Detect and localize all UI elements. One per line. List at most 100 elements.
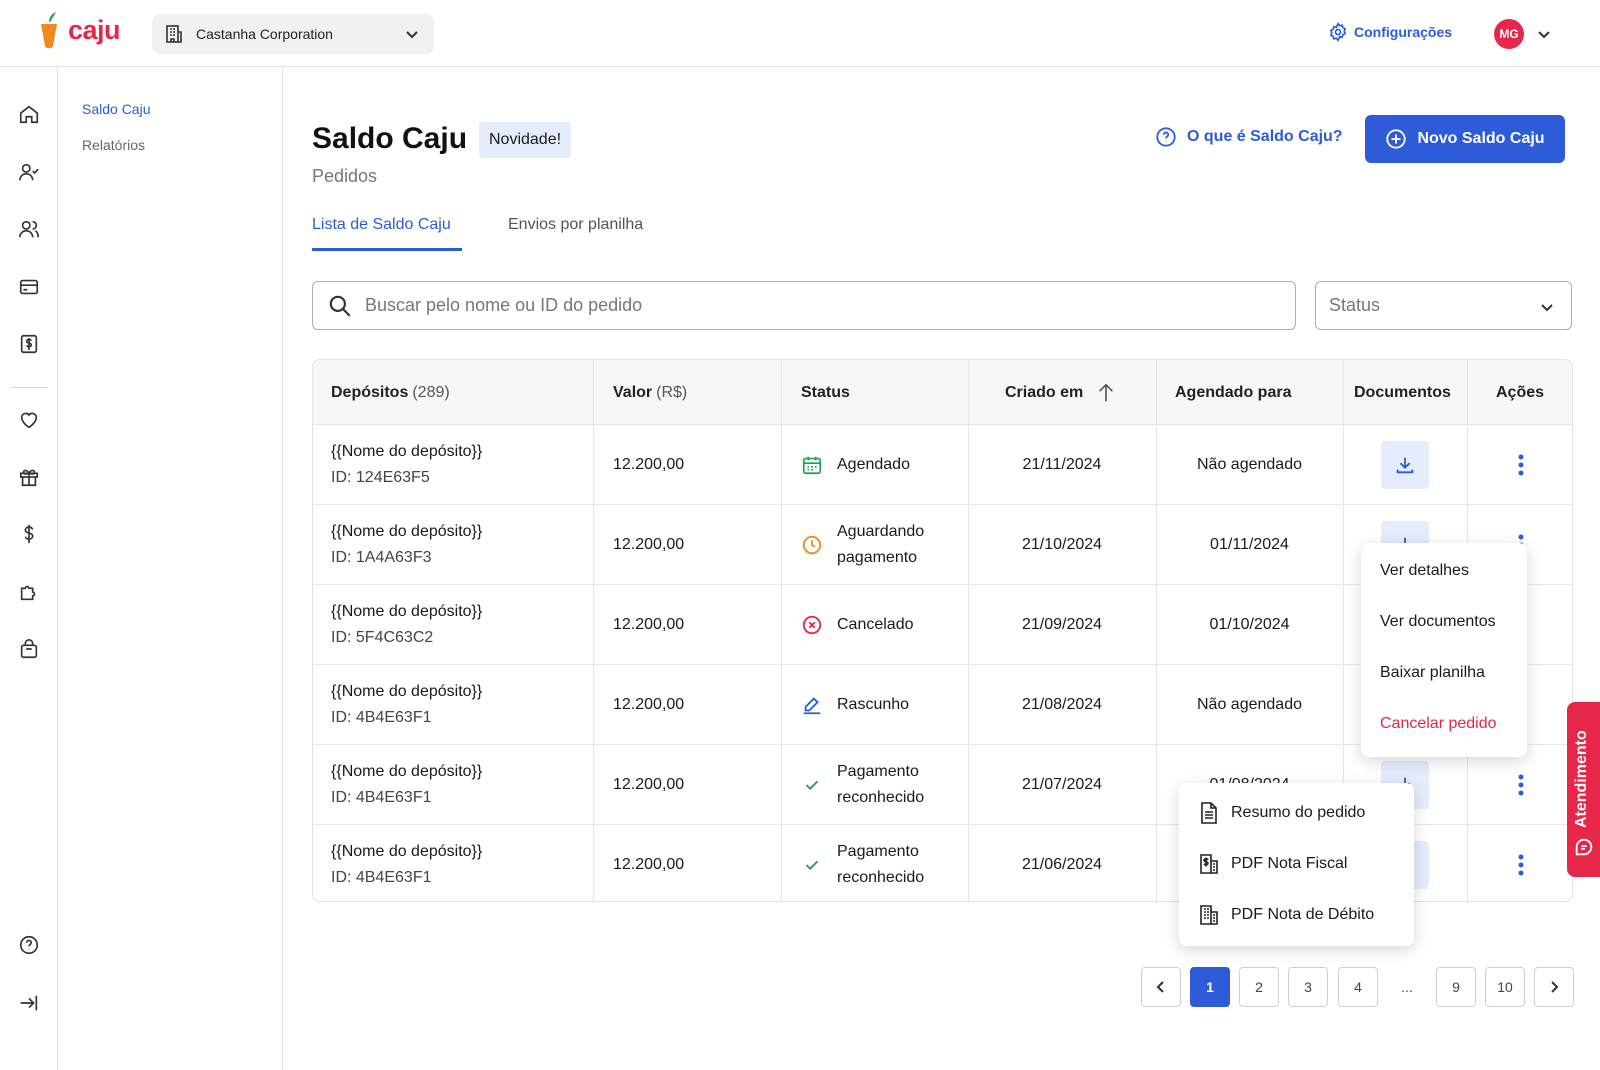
menu-item-debit-note-pdf[interactable]: PDF Nota de Débito bbox=[1199, 902, 1374, 928]
menu-item-order-summary[interactable]: Resumo do pedido bbox=[1199, 800, 1365, 826]
new-badge: Novidade! bbox=[479, 122, 572, 158]
invoice-pdf-label: PDF Nota Fiscal bbox=[1231, 855, 1348, 872]
tab-saldo-list[interactable]: Lista de Saldo Caju bbox=[312, 216, 451, 234]
dollar-icon[interactable] bbox=[18, 523, 40, 545]
home-icon[interactable] bbox=[18, 103, 40, 125]
status-line-2: reconhecido bbox=[837, 869, 925, 886]
logout-icon[interactable] bbox=[18, 992, 40, 1014]
status-text: Pagamento reconhecido bbox=[837, 839, 924, 891]
row-actions-button[interactable] bbox=[1509, 450, 1533, 480]
card-icon[interactable] bbox=[18, 276, 40, 298]
column-header-created[interactable]: Criado em bbox=[1005, 360, 1117, 425]
chat-bubble-icon bbox=[1573, 836, 1595, 858]
chevron-down-icon[interactable] bbox=[1536, 26, 1552, 42]
created-cell: 21/07/2024 bbox=[1021, 776, 1103, 793]
status-cell: Pagamento reconhecido bbox=[801, 745, 966, 825]
status-line-1: Cancelado bbox=[837, 616, 914, 633]
table-row[interactable]: {{Nome do depósito}} ID: 124E63F5 12.200,0… bbox=[313, 425, 1572, 505]
building-icon bbox=[164, 24, 184, 44]
tab-spreadsheet-uploads[interactable]: Envios por planilha bbox=[508, 216, 643, 234]
status-cell: Agendado bbox=[801, 425, 966, 505]
pagination-page-3[interactable]: 3 bbox=[1288, 967, 1328, 1007]
deposit-id: ID: 4B4E63F1 bbox=[331, 709, 432, 726]
download-documents-button[interactable] bbox=[1381, 441, 1429, 489]
user-check-icon[interactable] bbox=[18, 161, 40, 183]
deposit-cell: {{Nome do depósito}} ID: 124E63F5 bbox=[331, 425, 591, 505]
check-icon bbox=[801, 774, 823, 796]
pagination-page-10[interactable]: 10 bbox=[1485, 967, 1525, 1007]
status-text: Rascunho bbox=[837, 692, 909, 718]
value-cell: 12.200,00 bbox=[613, 616, 685, 633]
order-summary-label: Resumo do pedido bbox=[1231, 804, 1366, 821]
column-header-scheduled[interactable]: Agendado para bbox=[1175, 360, 1291, 425]
row-actions-button[interactable] bbox=[1509, 770, 1533, 800]
deposits-count: (289) bbox=[412, 383, 450, 401]
status-text: Agendado bbox=[837, 452, 910, 478]
pagination-page-4[interactable]: 4 bbox=[1338, 967, 1378, 1007]
company-selector[interactable]: Castanha Corporation bbox=[152, 14, 434, 54]
status-filter-select[interactable]: Status bbox=[1315, 281, 1572, 330]
shopping-bag-icon[interactable] bbox=[18, 638, 40, 660]
deposit-name: {{Nome do depósito}} bbox=[331, 443, 483, 460]
submenu-item-reports[interactable]: Relatórios bbox=[82, 137, 145, 153]
menu-item-invoice-pdf[interactable]: PDF Nota Fiscal bbox=[1199, 851, 1347, 877]
pagination-page-9[interactable]: 9 bbox=[1436, 967, 1476, 1007]
pagination-prev[interactable] bbox=[1141, 967, 1181, 1007]
sub-navigation: Saldo Caju Relatórios bbox=[58, 67, 283, 1070]
calendar-check-icon bbox=[801, 454, 823, 476]
pagination-ellipsis: ... bbox=[1387, 967, 1427, 1007]
status-line-1: Pagamento bbox=[837, 763, 919, 780]
submenu-item-saldo-caju[interactable]: Saldo Caju bbox=[82, 101, 151, 117]
document-icon bbox=[1201, 802, 1217, 824]
pagination-next[interactable] bbox=[1534, 967, 1574, 1007]
new-saldo-button[interactable]: Novo Saldo Caju bbox=[1365, 115, 1565, 163]
created-header-label: Criado em bbox=[1005, 383, 1084, 401]
column-header-value[interactable]: Valor (R$) bbox=[613, 360, 687, 425]
rail-divider bbox=[10, 387, 48, 388]
value-cell: 12.200,00 bbox=[613, 776, 685, 793]
sort-ascending-icon[interactable] bbox=[1095, 382, 1117, 404]
money-icon[interactable] bbox=[18, 333, 40, 355]
value-cell: 12.200,00 bbox=[613, 456, 685, 473]
search-input[interactable] bbox=[365, 295, 1245, 316]
more-vertical-icon bbox=[1518, 853, 1524, 877]
avatar[interactable]: MG bbox=[1494, 19, 1524, 49]
menu-item-cancel-order[interactable]: Cancelar pedido bbox=[1380, 715, 1497, 733]
row-actions-button[interactable] bbox=[1509, 850, 1533, 880]
status-cell: Aguardando pagamento bbox=[801, 505, 966, 585]
created-cell: 21/08/2024 bbox=[1021, 696, 1103, 713]
heart-icon[interactable] bbox=[18, 409, 40, 431]
status-text: Aguardando pagamento bbox=[837, 519, 924, 571]
column-divider bbox=[1156, 360, 1157, 901]
created-cell: 21/10/2024 bbox=[1021, 536, 1103, 553]
status-text: Pagamento reconhecido bbox=[837, 759, 924, 811]
column-header-status[interactable]: Status bbox=[801, 360, 850, 425]
caju-logo[interactable]: caju bbox=[36, 8, 121, 52]
menu-item-view-details[interactable]: Ver detalhes bbox=[1380, 562, 1469, 580]
pagination-page-1[interactable]: 1 bbox=[1190, 967, 1230, 1007]
deposit-name: {{Nome do depósito}} bbox=[331, 603, 483, 620]
column-divider bbox=[781, 360, 782, 901]
users-icon[interactable] bbox=[18, 218, 40, 240]
menu-item-view-documents[interactable]: Ver documentos bbox=[1380, 613, 1496, 631]
help-icon[interactable] bbox=[18, 934, 40, 956]
gift-icon[interactable] bbox=[18, 466, 40, 488]
help-link[interactable]: O que é Saldo Caju? bbox=[1155, 126, 1343, 148]
status-text: Cancelado bbox=[837, 612, 914, 638]
more-vertical-icon bbox=[1518, 453, 1524, 477]
settings-link[interactable]: Configurações bbox=[1328, 22, 1452, 42]
column-header-deposits[interactable]: Depósitos (289) bbox=[331, 360, 450, 425]
deposit-name: {{Nome do depósito}} bbox=[331, 683, 483, 700]
deposit-name: {{Nome do depósito}} bbox=[331, 843, 483, 860]
more-vertical-icon bbox=[1518, 773, 1524, 797]
status-line-1: Aguardando bbox=[837, 523, 925, 540]
pagination-page-2[interactable]: 2 bbox=[1239, 967, 1279, 1007]
deposit-id: ID: 4B4E63F1 bbox=[331, 869, 432, 886]
puzzle-icon[interactable] bbox=[18, 581, 40, 603]
menu-item-download-spreadsheet[interactable]: Baixar planilha bbox=[1380, 664, 1485, 682]
company-name: Castanha Corporation bbox=[196, 26, 333, 42]
page-title: Saldo Caju bbox=[312, 122, 468, 155]
logo-text: caju bbox=[68, 14, 121, 45]
documents-dropdown-menu: Resumo do pedido PDF Nota Fiscal PDF Not… bbox=[1179, 783, 1414, 946]
column-header-actions: Ações bbox=[1496, 383, 1545, 401]
